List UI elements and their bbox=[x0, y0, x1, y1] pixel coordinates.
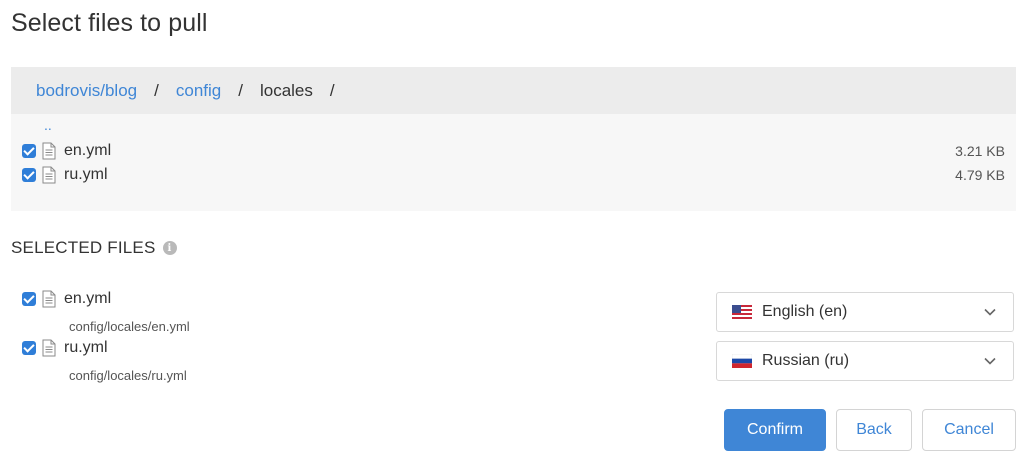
breadcrumb-separator: / bbox=[238, 80, 243, 100]
breadcrumb-separator: / bbox=[329, 80, 335, 100]
back-button[interactable]: Back bbox=[836, 409, 912, 451]
language-select-label: Russian (ru) bbox=[762, 352, 850, 369]
selected-files-heading: SELECTED FILES i bbox=[11, 238, 177, 258]
file-name: en.yml bbox=[64, 142, 112, 159]
selected-files-heading-text: SELECTED FILES bbox=[11, 238, 156, 257]
file-doc-icon bbox=[42, 166, 56, 184]
cancel-button[interactable]: Cancel bbox=[922, 409, 1016, 451]
file-doc-icon bbox=[42, 142, 56, 160]
breadcrumb-separator: / bbox=[154, 80, 159, 100]
selected-file-path: config/locales/ru.yml bbox=[69, 368, 187, 383]
breadcrumb-item-locales: locales bbox=[259, 80, 313, 100]
file-doc-icon bbox=[42, 339, 56, 357]
file-size: 3.21 KB bbox=[955, 143, 1005, 159]
language-select-label: English (en) bbox=[762, 303, 848, 320]
chevron-down-icon bbox=[984, 308, 996, 316]
file-name: ru.yml bbox=[64, 166, 108, 183]
parent-directory-link[interactable]: .. bbox=[44, 118, 52, 132]
file-row[interactable]: ru.yml 4.79 KB bbox=[22, 164, 1005, 186]
us-flag-icon bbox=[732, 305, 752, 319]
selected-file-checkbox[interactable] bbox=[22, 341, 36, 355]
selected-file-name: en.yml bbox=[64, 290, 112, 307]
ru-flag-icon bbox=[732, 354, 752, 368]
selected-file-item: ru.yml bbox=[22, 339, 108, 357]
page-title: Select files to pull bbox=[11, 9, 208, 37]
selected-file-path: config/locales/en.yml bbox=[69, 319, 190, 334]
file-row[interactable]: en.yml 3.21 KB bbox=[22, 140, 1005, 162]
language-select-en[interactable]: English (en) bbox=[716, 292, 1014, 332]
selected-file-item: en.yml bbox=[22, 290, 111, 308]
chevron-down-icon bbox=[984, 357, 996, 365]
breadcrumb: bodrovis/blog / config / locales / bbox=[11, 67, 1016, 114]
file-checkbox[interactable] bbox=[22, 168, 36, 182]
breadcrumb-item-repo[interactable]: bodrovis/blog bbox=[36, 81, 137, 101]
confirm-button[interactable]: Confirm bbox=[724, 409, 826, 451]
selected-file-checkbox[interactable] bbox=[22, 292, 36, 306]
file-browser: bodrovis/blog / config / locales / .. en… bbox=[11, 67, 1016, 211]
file-doc-icon bbox=[42, 290, 56, 308]
breadcrumb-item-config[interactable]: config bbox=[176, 81, 221, 101]
selected-file-name: ru.yml bbox=[64, 339, 108, 356]
info-icon[interactable]: i bbox=[162, 241, 177, 255]
file-checkbox[interactable] bbox=[22, 144, 36, 158]
file-size: 4.79 KB bbox=[955, 167, 1005, 183]
language-select-ru[interactable]: Russian (ru) bbox=[716, 341, 1014, 381]
